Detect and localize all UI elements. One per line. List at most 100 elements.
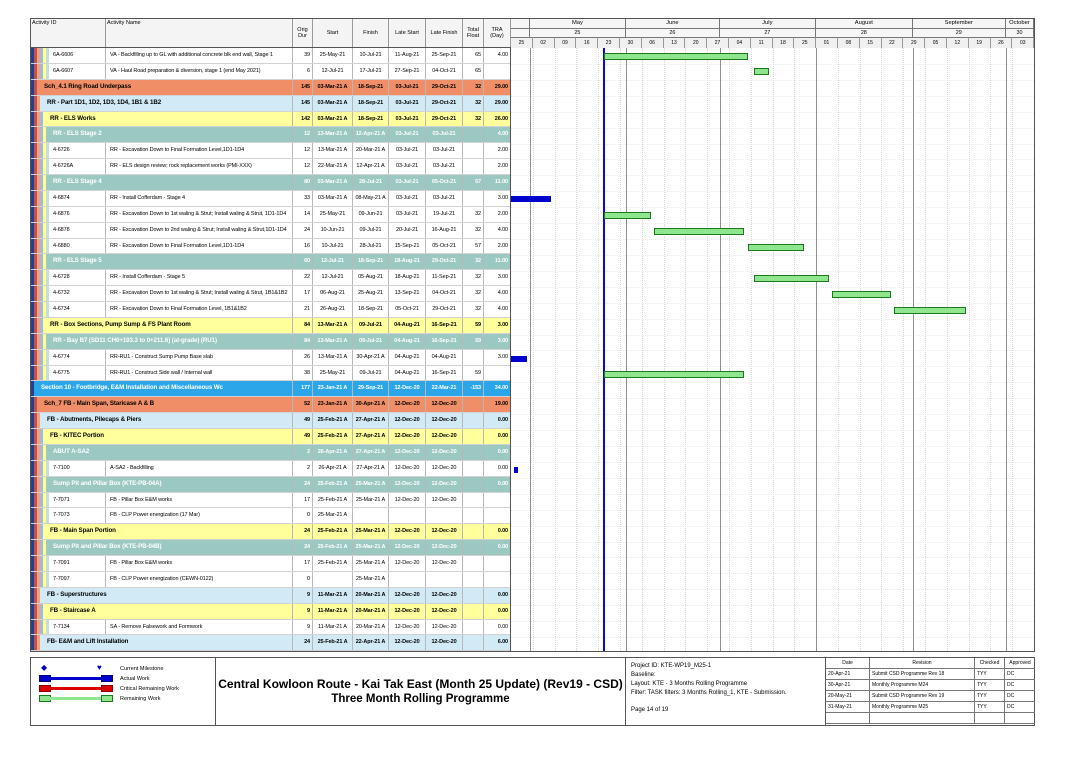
table-row[interactable]: RR - ELS Stage 48003-Mar-21 A28-Jul-2103…: [31, 175, 510, 191]
revision-table: DateRevisionCheckedApproved20-Apr-21Subm…: [826, 658, 1035, 725]
cell-finish: 18-Sep-21: [353, 112, 389, 127]
table-row[interactable]: 7-7071FB - Pillar Box E&M works1725-Feb-…: [31, 493, 510, 509]
remaining-work-bar[interactable]: [604, 53, 747, 60]
hierarchy-bands: [31, 540, 46, 555]
table-row[interactable]: 4-6732RR - Excavation Down to 1st waling…: [31, 286, 510, 302]
table-row[interactable]: 7-7134SA - Remove Falsework and Formwork…: [31, 620, 510, 636]
table-row[interactable]: RR - Bay B7 (SD11 CH0+193.3 to 0+211.6) …: [31, 334, 510, 350]
table-row[interactable]: RR - ELS Stage 21213-Mar-21 A12-Apr-21 A…: [31, 127, 510, 143]
critical-remaining-bar-icon: [39, 685, 113, 693]
month-number: 28: [816, 29, 912, 37]
table-row[interactable]: 7-7100A-SA2 - Backfilling226-Apr-21 A27-…: [31, 461, 510, 477]
table-row[interactable]: RR - ELS Stage 56012-Jul-2118-Sep-2118-A…: [31, 254, 510, 270]
hierarchy-bands: [31, 239, 49, 254]
table-row[interactable]: ABUT A-SA2226-Apr-21 A27-Apr-21 A12-Dec-…: [31, 445, 510, 461]
table-row[interactable]: Section 10 - Footbridge, E&M Installatio…: [31, 381, 510, 397]
table-row[interactable]: 4-6878RR - Excavation Down to 2nd waling…: [31, 223, 510, 239]
table-row[interactable]: FB - Superstructures911-Mar-21 A20-Mar-2…: [31, 588, 510, 604]
revision-row: 30-Apr-21Monthly Programme M24TYYDC: [826, 680, 1035, 691]
cell-dur: 6: [293, 64, 313, 79]
cell-finish: 25-Mar-21 A: [353, 524, 389, 539]
revision-cell: DC: [1005, 680, 1035, 690]
table-row[interactable]: 7-7091FB - Pillar Box E&M works1725-Feb-…: [31, 556, 510, 572]
table-row[interactable]: 4-6874RR - Install Cofferdam - Stage 433…: [31, 191, 510, 207]
table-row[interactable]: Sump Pit and Pillar Box (KTE-PB-04B)2425…: [31, 540, 510, 556]
week-gridline: [751, 48, 752, 651]
table-row[interactable]: Sump Pit and Pillar Box (KTE-PB-04A)2425…: [31, 477, 510, 493]
table-body: 6A-6606VA - Backfilling up to GL with ad…: [31, 48, 510, 651]
cell-finish: 09-Jul-21: [353, 334, 389, 349]
column-header: TRA (Day): [484, 19, 511, 47]
cell-dur: 24: [293, 524, 313, 539]
table-row[interactable]: 6A-6606VA - Backfilling up to GL with ad…: [31, 48, 510, 64]
cell-dur: 9: [293, 604, 313, 619]
cell-start: 25-Feb-21 A: [313, 429, 353, 444]
cell-late_finish: 16-Sep-21: [426, 318, 463, 333]
table-row[interactable]: 4-6726RR - Excavation Down to Final Form…: [31, 143, 510, 159]
table-row[interactable]: Sch_4.1 Ring Road Underpass14503-Mar-21 …: [31, 80, 510, 96]
remaining-work-bar[interactable]: [894, 307, 966, 314]
cell-float: 32: [463, 207, 484, 222]
hierarchy-bands: [31, 207, 49, 222]
cell-dur: 17: [293, 556, 313, 571]
table-row[interactable]: FB - Staircase A911-Mar-21 A20-Mar-21 A1…: [31, 604, 510, 620]
week-gridline: [947, 48, 948, 651]
revision-cell: DC: [1005, 691, 1035, 701]
cell-start: 13-Mar-21 A: [313, 318, 353, 333]
actual-work-bar[interactable]: [511, 196, 551, 202]
table-row[interactable]: FB - Abutments, Pilecaps & Piers4925-Feb…: [31, 413, 510, 429]
table-row[interactable]: 4-6775RR-RU1 - Construct Side wall / Int…: [31, 366, 510, 382]
table-row[interactable]: 4-6726ARR - ELS design review; rock repl…: [31, 159, 510, 175]
table-row[interactable]: 4-6734RR - Excavation Down to Final Form…: [31, 302, 510, 318]
cell-tra: 3.00: [484, 318, 510, 333]
cell-dur: 84: [293, 318, 313, 333]
project-info-line: Baseline:: [631, 671, 820, 680]
critical-remaining-bar-icon-mid: [48, 687, 104, 690]
table-row[interactable]: 4-6880RR - Excavation Down to Final Form…: [31, 239, 510, 255]
table-row[interactable]: Sch_7 FB - Main Span, Staricase A & B522…: [31, 397, 510, 413]
cell-late_start: 03-Jul-21: [389, 143, 426, 158]
remaining-work-bar[interactable]: [754, 275, 829, 282]
cell-late_start: 27-Sep-21: [389, 64, 426, 79]
remaining-work-bar[interactable]: [654, 228, 744, 235]
remaining-work-bar[interactable]: [604, 371, 744, 378]
hierarchy-bands: [31, 175, 46, 190]
week-label: 25: [794, 37, 816, 48]
cell-late_start: 12-Dec-20: [389, 493, 426, 508]
week-gridline: [1012, 48, 1013, 651]
revision-column-header: Checked: [975, 658, 1005, 668]
cell-late_finish: 12-Dec-20: [426, 540, 463, 555]
table-row[interactable]: 4-6876RR - Excavation Down to 1st waling…: [31, 207, 510, 223]
hierarchy-bands: [31, 493, 49, 508]
table-row[interactable]: FB- E&M and Lift Installation2425-Feb-21…: [31, 635, 510, 651]
revision-cell: DC: [1005, 702, 1035, 712]
actual-work-bar[interactable]: [511, 356, 527, 362]
table-row[interactable]: 7-7097FB - CLP Power energization (CEWN-…: [31, 572, 510, 588]
table-row[interactable]: FB - Main Span Portion2425-Feb-21 A25-Ma…: [31, 524, 510, 540]
remaining-work-bar[interactable]: [832, 291, 891, 298]
table-row[interactable]: 6A-6607VA - Haul Road preparation & dive…: [31, 64, 510, 80]
table-row[interactable]: RR - ELS Works14203-Mar-21 A18-Sep-2103-…: [31, 112, 510, 128]
table-row[interactable]: RR - Box Sections, Pump Sump & FS Plant …: [31, 318, 510, 334]
actual-work-bar[interactable]: [514, 467, 518, 473]
week-gridline: [598, 48, 599, 651]
table-row[interactable]: FB - KITEC Portion4925-Feb-21 A27-Apr-21…: [31, 429, 510, 445]
actual-work-bar-icon: [39, 675, 113, 683]
revision-cell: TYY: [975, 669, 1005, 679]
cell-finish: 10-Jul-21: [353, 48, 389, 63]
remaining-work-bar[interactable]: [754, 68, 770, 75]
table-row[interactable]: RR - Part 1D1, 1D2, 1D3, 1D4, 1B1 & 1B21…: [31, 96, 510, 112]
month-label: May: [530, 19, 626, 29]
week-label: 26: [991, 37, 1013, 48]
remaining-work-bar[interactable]: [748, 244, 804, 251]
cell-tra: 4.00: [484, 286, 510, 301]
table-row[interactable]: 4-6774RR-RU1 - Construct Sump Pump Base …: [31, 350, 510, 366]
cell-start: 03-Mar-21 A: [313, 191, 353, 206]
cell-dur: 12: [293, 159, 313, 174]
remaining-work-bar[interactable]: [604, 212, 651, 219]
table-row[interactable]: 4-6728RR - Install Cofferdam - Stage 522…: [31, 270, 510, 286]
table-row[interactable]: 7-7073FB - CLP Power energization (17 Ma…: [31, 508, 510, 524]
week-label: 29: [903, 37, 925, 48]
cell-late_start: [389, 572, 426, 587]
cell-float: [463, 445, 484, 460]
